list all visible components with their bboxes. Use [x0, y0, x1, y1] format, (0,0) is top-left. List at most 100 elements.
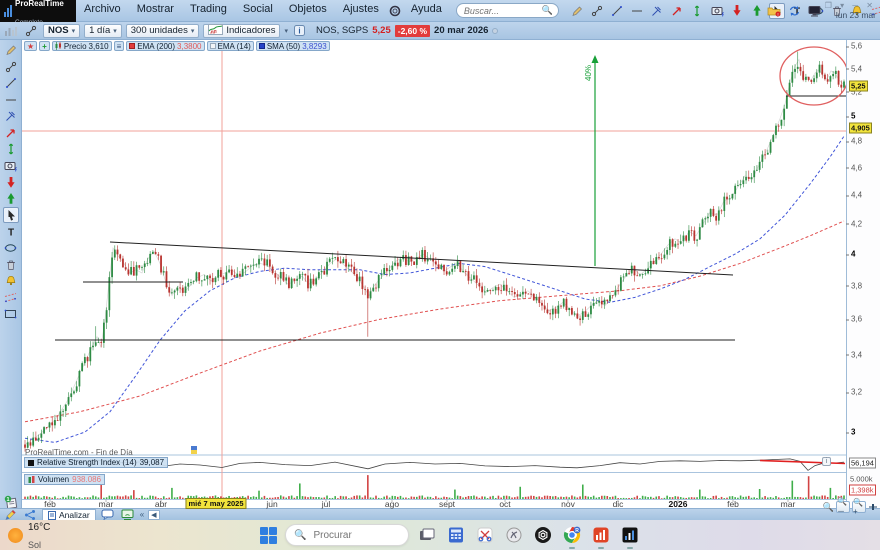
- price-tick-3: 3: [851, 428, 855, 437]
- legend-ema200[interactable]: EMA (200) 3,3800: [126, 41, 204, 51]
- tool-rect-icon-left[interactable]: [3, 306, 19, 322]
- tool-arrow-down-icon-left[interactable]: [3, 174, 19, 190]
- month-label-jun: jun: [266, 499, 277, 509]
- tool-hline-icon[interactable]: [629, 3, 645, 19]
- panel-info-icon[interactable]: i: [822, 457, 831, 466]
- legend-price[interactable]: Precio 3,610: [52, 41, 112, 51]
- monitor-icon[interactable]: [806, 3, 822, 19]
- tool-segment-icon[interactable]: [609, 3, 625, 19]
- tool-arrow-ne-icon-left[interactable]: [3, 125, 19, 141]
- tool-pitchfork-icon-left[interactable]: [3, 108, 19, 124]
- tool-ellipse-icon-left[interactable]: [3, 240, 19, 256]
- watermark: ProRealTime.com - Fin de Día: [25, 448, 133, 457]
- month-label-feb: feb: [44, 499, 56, 509]
- timeframe-dropdown[interactable]: 1 día▾: [84, 24, 122, 38]
- app-trading-app-icon[interactable]: [590, 524, 612, 546]
- app-chatgpt-icon[interactable]: [532, 524, 554, 546]
- sync-icon[interactable]: [786, 3, 802, 19]
- collapse-icons[interactable]: «: [140, 510, 144, 519]
- app-task-view-icon[interactable]: [416, 524, 438, 546]
- start-button[interactable]: [258, 525, 278, 545]
- svg-text:T: T: [7, 227, 13, 238]
- price-tick-4,8: 4,8: [851, 137, 862, 146]
- help-lifebuoy-icon[interactable]: [387, 3, 403, 19]
- units-dropdown[interactable]: 300 unidades▾: [126, 24, 200, 38]
- app-utility-icon[interactable]: [503, 524, 525, 546]
- tool-link-icon[interactable]: [589, 3, 605, 19]
- volume-label-chip[interactable]: Volumen 938.086: [24, 474, 105, 485]
- tool-trash-icon-left[interactable]: [3, 257, 19, 273]
- tool-cursor-icon-left[interactable]: [3, 207, 19, 223]
- app-prorealtime-icon[interactable]: [619, 524, 641, 546]
- menu-social[interactable]: Social: [235, 3, 281, 19]
- app-search[interactable]: 🔍: [456, 3, 559, 18]
- tool-link-icon-left[interactable]: [3, 59, 19, 75]
- app-chrome-icon[interactable]: R: [561, 524, 583, 546]
- tool-segment-icon-left[interactable]: [3, 75, 19, 91]
- menu-ayuda[interactable]: Ayuda: [403, 3, 450, 19]
- menu-archivo[interactable]: Archivo: [76, 3, 129, 19]
- legend-ema14-label: EMA (14): [218, 42, 251, 51]
- tool-bell-icon-left[interactable]: [3, 273, 19, 289]
- tool-pencil-icon-left[interactable]: [3, 42, 19, 58]
- prorealtime-logo: ProRealTime Complete: [0, 0, 76, 22]
- tool-channel-icon-left[interactable]: [3, 290, 19, 306]
- tool-pencil-icon[interactable]: [569, 3, 585, 19]
- price-tick-4,2: 4,2: [851, 219, 862, 228]
- weather-widget[interactable]: 16°C Sol: [8, 517, 128, 550]
- indicators-caret[interactable]: ▾: [284, 27, 288, 35]
- taskbar-apps: R: [416, 524, 641, 546]
- add-indicator-icon[interactable]: +: [39, 41, 50, 51]
- tool-pitchfork-icon[interactable]: [649, 3, 665, 19]
- taskbar-center: 🔍 R: [258, 524, 641, 546]
- tool-arrow-down-icon[interactable]: [729, 3, 745, 19]
- taskbar-search-input[interactable]: [311, 529, 396, 542]
- volume-axis-top: 5.000k: [850, 475, 873, 484]
- tool-text-icon-left[interactable]: T: [3, 224, 19, 240]
- mini-date: lun 23 mar: [825, 10, 876, 20]
- price-axis[interactable]: 5,25 4,905 56,194 5.000k 1,398k 5,65,45,…: [846, 40, 880, 508]
- month-label-mar: mar: [781, 499, 796, 509]
- app-snipping-icon[interactable]: [474, 524, 496, 546]
- month-label-abr: abr: [155, 499, 167, 509]
- taskbar-search[interactable]: 🔍: [285, 524, 409, 546]
- zoom-reset-icon[interactable]: 🔍: [823, 502, 834, 513]
- info-icon[interactable]: i: [292, 23, 308, 39]
- rsi-label: Relative Strength Index (14): [37, 458, 137, 467]
- menu-trading[interactable]: Trading: [182, 3, 235, 19]
- link-window-icon[interactable]: [23, 23, 39, 39]
- menu-ajustes[interactable]: Ajustes: [335, 3, 387, 19]
- zoom-out-button[interactable]: 🔍－: [836, 501, 850, 513]
- tool-arrow-up-icon[interactable]: [749, 3, 765, 19]
- window-control-glyphs[interactable]: ❐ ▾ ─ ✕: [825, 1, 876, 10]
- indicators-button[interactable]: Indicadores: [203, 24, 280, 38]
- menu-mostrar[interactable]: Mostrar: [129, 3, 182, 19]
- scroll-left-icon[interactable]: ◀: [148, 510, 159, 520]
- chart-area[interactable]: 40% ★ + Precio 3,610 ≡ EMA (200) 3,3800 …: [22, 40, 846, 508]
- weather-temp: 16°C: [28, 522, 50, 533]
- zoom-slider-icon[interactable]: [868, 502, 878, 512]
- legend-list-icon[interactable]: ≡: [114, 41, 125, 51]
- options-dot-icon[interactable]: [492, 28, 498, 34]
- zoom-in-button[interactable]: 🔍+: [852, 501, 866, 513]
- window-controls[interactable]: ❐ ▾ ─ ✕ lun 23 mar: [825, 1, 876, 20]
- instrument-dropdown[interactable]: NOS▾: [43, 24, 80, 38]
- rsi-label-chip[interactable]: Relative Strength Index (14) 39,087: [24, 457, 168, 468]
- tool-hline-icon-left[interactable]: [3, 92, 19, 108]
- workspace-folder-icon[interactable]: !: [766, 3, 782, 19]
- tool-snapshot-icon-left[interactable]: F: [3, 158, 19, 174]
- price-chart[interactable]: 40%: [22, 40, 846, 508]
- app-calculator-icon[interactable]: [445, 524, 467, 546]
- tool-snapshot-icon[interactable]: F: [709, 3, 725, 19]
- tool-arrow-updown-icon[interactable]: [689, 3, 705, 19]
- menu-objetos[interactable]: Objetos: [281, 3, 335, 19]
- tool-arrow-updown-icon-left[interactable]: [3, 141, 19, 157]
- legend-ema14[interactable]: EMA (14): [207, 41, 254, 51]
- legend-sma50[interactable]: SMA (50) 3,8293: [256, 41, 330, 51]
- app-search-input[interactable]: [462, 5, 542, 17]
- month-label-oct: oct: [499, 499, 510, 509]
- tool-arrow-up-icon-left[interactable]: [3, 191, 19, 207]
- tool-arrow-ne-icon[interactable]: [669, 3, 685, 19]
- favorite-star-icon[interactable]: ★: [24, 41, 37, 51]
- quote-name: NOS, SGPS: [316, 25, 368, 36]
